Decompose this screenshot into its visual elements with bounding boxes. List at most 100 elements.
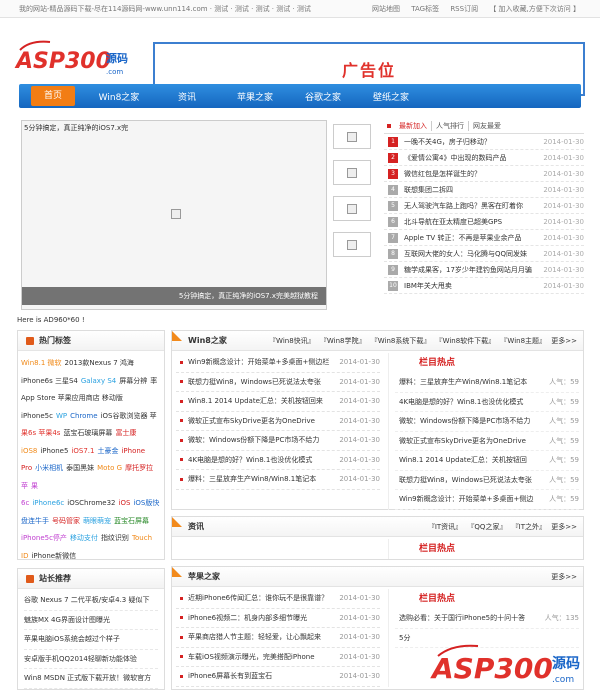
- news-title[interactable]: 一晚不关4G，房子归移动？: [404, 137, 538, 147]
- news-link[interactable]: 『IT之外』: [512, 523, 546, 531]
- list-item[interactable]: Win9新概念设计：开始菜单+多桌面+侧边栏 2014-01-30: [176, 353, 380, 373]
- news-title[interactable]: Apple TV 转正：不再是苹果业余产品: [404, 233, 538, 243]
- item-title[interactable]: 联想力挺Win8，Windows已死说法太夸张: [395, 475, 539, 485]
- news-item[interactable]: 10 IBM年关大甩卖 2014-01-30: [384, 278, 584, 294]
- tag-link[interactable]: iPhone6s 三星S4: [21, 377, 78, 385]
- tag-link[interactable]: 小米相机: [35, 464, 63, 472]
- slider-thumb[interactable]: [333, 160, 371, 185]
- tag-link[interactable]: iOS8: [21, 447, 37, 455]
- item-title[interactable]: Win8.1 2014 Update汇总：关机按钮回来: [188, 396, 338, 406]
- item-title[interactable]: 4K电脑是想的好？Win8.1也没优化模式: [395, 397, 539, 407]
- link-bookmark[interactable]: 【 加入收藏,方便下次访问 】: [489, 5, 580, 13]
- tag-link[interactable]: iOS7.1: [71, 447, 94, 455]
- list-item[interactable]: 微软：Windows份额下降是PC市场不给力 2014-01-30: [176, 431, 380, 451]
- tab-popular[interactable]: 人气排行: [432, 120, 469, 131]
- station-item[interactable]: 苹果电脑iOS系统会越过个样子: [24, 630, 158, 650]
- list-item[interactable]: Win9新概念设计：开始菜单+多桌面+侧边 人气：59: [395, 490, 579, 510]
- item-title[interactable]: 微软正式宣布SkyDrive更名为OneDrive: [395, 436, 539, 446]
- win8-link[interactable]: 『Win8学院』: [320, 337, 366, 345]
- tag-link[interactable]: 苹: [21, 482, 28, 490]
- tag-link[interactable]: 土豪金: [97, 447, 118, 455]
- win8-more[interactable]: 更多>>: [551, 337, 577, 345]
- station-item[interactable]: 安卓版手机QQ2014轻聊新功能体验: [24, 650, 158, 669]
- image-slider[interactable]: 5分钟搞定，真正纯净的iOS7.x完 5分钟搞定，真正纯净的iOS7.x完美越狱…: [21, 120, 327, 310]
- tag-link[interactable]: 果6s 苹果4s: [21, 429, 60, 437]
- tag-link[interactable]: 屏幕分辨: [119, 377, 147, 385]
- nav-wallpaper[interactable]: 壁纸之家: [357, 90, 425, 103]
- item-title[interactable]: Win8.1 2014 Update汇总：关机按钮回: [395, 455, 539, 465]
- win8-link[interactable]: 『Win8系统下载』: [371, 337, 431, 345]
- list-item[interactable]: 微软正式宣布SkyDrive更名为OneDrive 2014-01-30: [176, 412, 380, 431]
- list-item[interactable]: Win8.1 2014 Update汇总：关机按钮回来 2014-01-30: [176, 392, 380, 412]
- tag-link[interactable]: iPhone新微信: [31, 552, 76, 560]
- item-title[interactable]: 爆料：三星放弃生产Win8/Win8.1笔记本: [395, 377, 539, 387]
- news-title[interactable]: 《爱情公寓4》中出现的数码产品: [404, 153, 538, 163]
- station-item[interactable]: Win8 MSDN 正式版下载开放！微软官方: [24, 669, 158, 689]
- tag-link[interactable]: iPhone5: [40, 447, 68, 455]
- news-item[interactable]: 4 联想集团二拆四 2014-01-30: [384, 182, 584, 198]
- list-item[interactable]: iPhone6屏幕长有到蓝宝石 2014-01-30: [176, 667, 380, 687]
- tag-link[interactable]: 号码管家: [52, 517, 80, 525]
- tag-link[interactable]: iPhone6c: [32, 499, 64, 507]
- news-title[interactable]: 联想集团二拆四: [404, 185, 538, 195]
- tag-link[interactable]: 摩托罗拉: [125, 464, 153, 472]
- tag-link[interactable]: 蓝宝石屏幕: [114, 517, 149, 525]
- item-title[interactable]: iPhone6屏幕长有到蓝宝石: [188, 671, 338, 681]
- list-item[interactable]: Win8.1 2014 Update汇总：关机按钮回 人气：59: [395, 451, 579, 471]
- nav-google[interactable]: 谷歌之家: [289, 90, 357, 103]
- station-item[interactable]: 谷歌 Nexus 7 二代平板/安卓4.3 疑似下: [24, 591, 158, 611]
- nav-apple[interactable]: 苹果之家: [221, 90, 289, 103]
- list-item[interactable]: 4K电脑是想的好？Win8.1也没优化模式 人气：59: [395, 393, 579, 412]
- list-item[interactable]: 爆料：三星放弃生产Win8/Win8.1笔记本 2014-01-30: [176, 470, 380, 490]
- news-title[interactable]: 无人驾驶汽车路上跑吗？黑客在盯着你: [404, 201, 538, 211]
- tag-link[interactable]: iOS: [119, 499, 131, 507]
- slider-thumb[interactable]: [333, 196, 371, 221]
- floating-logo[interactable]: ASP300 源码 .com: [430, 636, 600, 690]
- list-item[interactable]: 爆料：三星放弃生产Win8/Win8.1笔记本 人气：59: [395, 373, 579, 393]
- link-tags[interactable]: TAG标签: [411, 5, 439, 13]
- item-title[interactable]: 车载iOS视频演示曝光，完美搭配iPhone: [188, 652, 338, 662]
- win8-link[interactable]: 『Win8软件下载』: [436, 337, 496, 345]
- news-link[interactable]: 『QQ之家』: [467, 523, 506, 531]
- tab-latest[interactable]: 最新加入: [395, 120, 432, 131]
- tag-link[interactable]: 萌眼萌宠: [83, 517, 111, 525]
- nav-win8[interactable]: Win8之家: [85, 90, 153, 103]
- news-more[interactable]: 更多>>: [551, 523, 577, 531]
- station-item[interactable]: 魅族MX 4G界面设计图曝光: [24, 611, 158, 630]
- news-title[interactable]: 互联网大佬的女人：马化腾与QQ同发妹: [404, 249, 538, 259]
- news-item[interactable]: 7 Apple TV 转正：不再是苹果业余产品 2014-01-30: [384, 230, 584, 246]
- list-item[interactable]: 联想力挺Win8，Windows已死说法太夸张 2014-01-30: [176, 373, 380, 392]
- item-title[interactable]: 4K电脑是想的好？Win8.1也没优化模式: [188, 455, 338, 465]
- tab-favorite[interactable]: 网友最爱: [469, 121, 505, 131]
- item-title[interactable]: Win9新概念设计：开始菜单+多桌面+侧边: [395, 494, 539, 504]
- link-sitemap[interactable]: 网站地图: [372, 5, 400, 13]
- item-title[interactable]: 联想力挺Win8，Windows已死说法太夸张: [188, 377, 338, 387]
- news-item[interactable]: 6 北斗导航在亚太精度已超美GPS 2014-01-30: [384, 214, 584, 230]
- link-rss[interactable]: RSS订阅: [450, 5, 478, 13]
- list-item[interactable]: 联想力挺Win8，Windows已死说法太夸张 人气：59: [395, 471, 579, 490]
- news-item[interactable]: 1 一晚不关4G，房子归移动？ 2014-01-30: [384, 134, 584, 150]
- item-title[interactable]: 选购必看：关于国行iPhone5的十问十答: [395, 613, 539, 623]
- tag-link[interactable]: 2013款Nexus 7 鸿海: [65, 359, 134, 367]
- news-item[interactable]: 8 互联网大佬的女人：马化腾与QQ同发妹 2014-01-30: [384, 246, 584, 262]
- win8-link[interactable]: 『Win8主题』: [500, 337, 546, 345]
- slider-caption[interactable]: 5分钟搞定，真正纯净的iOS7.x完美越狱教程: [22, 287, 326, 305]
- news-item[interactable]: 3 微信红包是怎样诞生的？ 2014-01-30: [384, 166, 584, 182]
- tag-link[interactable]: iPhone5c: [21, 412, 53, 420]
- news-item[interactable]: 9 糖学成果客，17岁少年建钓鱼网站月月骗 2014-01-30: [384, 262, 584, 278]
- news-item[interactable]: 5 无人驾驶汽车路上跑吗？黑客在盯着你 2014-01-30: [384, 198, 584, 214]
- item-title[interactable]: Win9新概念设计：开始菜单+多桌面+侧边栏: [188, 357, 338, 367]
- tag-link[interactable]: 泰国黑妹: [66, 464, 94, 472]
- item-title[interactable]: 近期iPhone6传闻汇总：谁你玩不是很靠谱？: [188, 593, 338, 603]
- tag-link[interactable]: 移动支付: [70, 534, 98, 542]
- tag-link[interactable]: WP: [56, 412, 67, 420]
- slider-thumb[interactable]: [333, 232, 371, 257]
- news-item[interactable]: 2 《爱情公寓4》中出现的数码产品 2014-01-30: [384, 150, 584, 166]
- nav-home[interactable]: 首页: [31, 86, 75, 106]
- news-link[interactable]: 『IT资讯』: [428, 523, 462, 531]
- item-title[interactable]: iPhone6视频二：机身内部多细节曝光: [188, 613, 338, 623]
- tag-link[interactable]: 蓝宝石玻璃屏幕: [63, 429, 112, 437]
- list-item[interactable]: 苹果商店猎人节主题：轻轻爱，让心飘起来 2014-01-30: [176, 628, 380, 648]
- list-item[interactable]: 微软正式宣布SkyDrive更名为OneDrive 人气：59: [395, 432, 579, 451]
- tag-link[interactable]: Galaxy S4: [81, 377, 116, 385]
